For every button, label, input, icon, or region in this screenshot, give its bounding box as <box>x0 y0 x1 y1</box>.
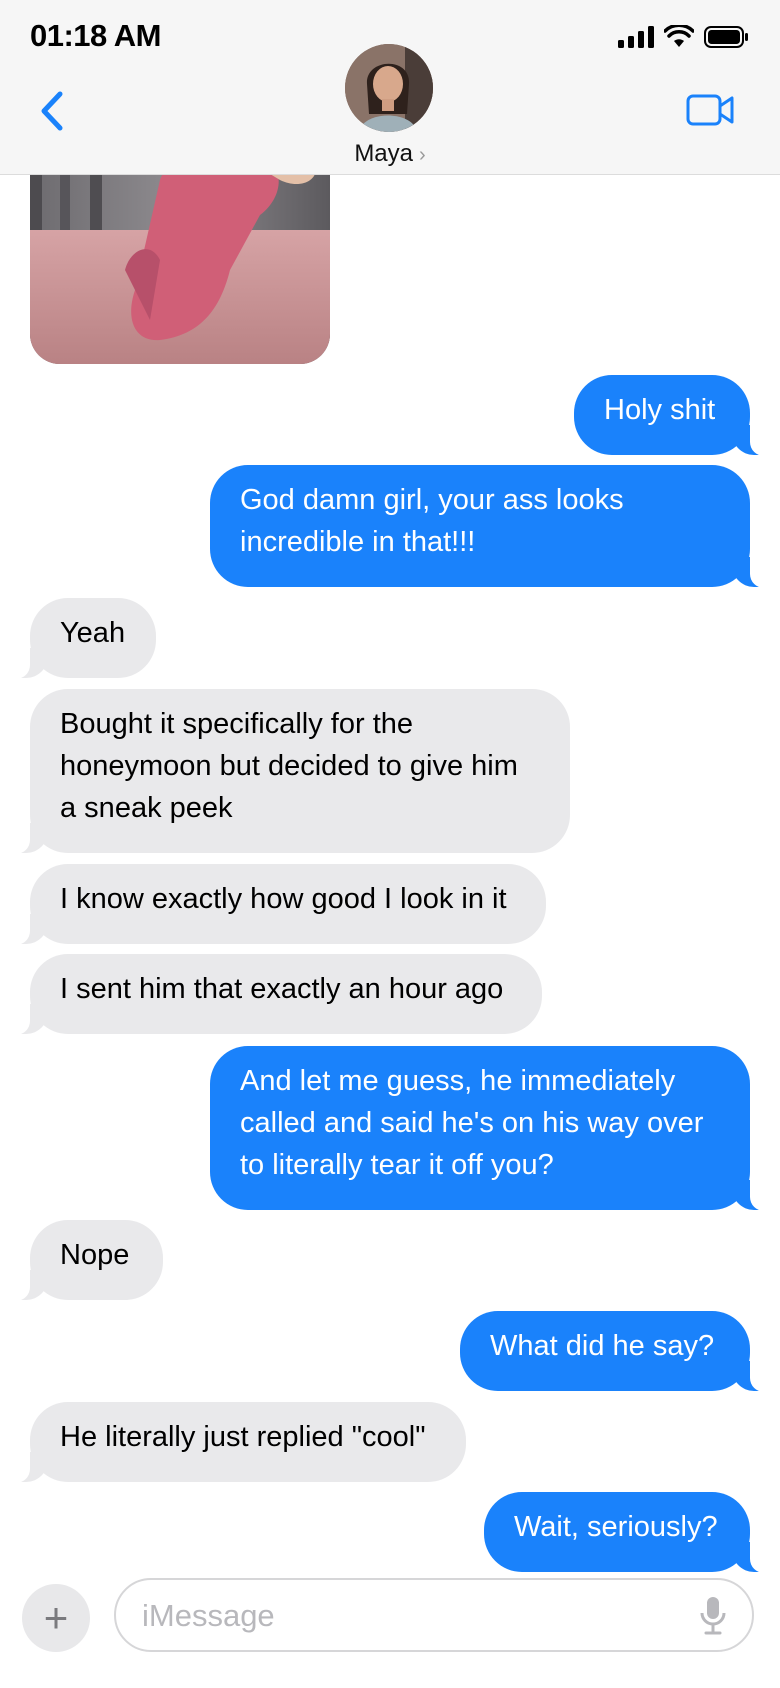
microphone-icon[interactable] <box>700 1596 726 1636</box>
message-outgoing[interactable]: Wait, seriously? <box>484 1492 776 1573</box>
chevron-right-icon: › <box>419 144 426 166</box>
conversation-header: 01:18 AM Maya › <box>0 0 780 175</box>
battery-icon <box>704 26 748 48</box>
contact-name-row[interactable]: Maya › <box>0 140 780 168</box>
status-time: 01:18 AM <box>30 18 161 53</box>
message-outgoing[interactable]: What did he say? <box>460 1311 776 1392</box>
plus-icon: + <box>43 1594 69 1641</box>
contact-avatar[interactable] <box>345 44 433 132</box>
plus-button[interactable]: + <box>22 1584 90 1652</box>
avatar-image <box>345 44 433 132</box>
cellular-signal-icon <box>618 26 654 48</box>
message-incoming[interactable]: He literally just replied "cool" <box>4 1402 466 1483</box>
message-incoming[interactable]: Nope <box>4 1220 163 1301</box>
message-input-container[interactable] <box>114 1578 754 1652</box>
message-incoming[interactable]: Yeah <box>4 598 156 679</box>
message-incoming[interactable]: Bought it specifically for the honeymoon… <box>4 689 570 854</box>
status-icons <box>618 22 750 52</box>
message-incoming[interactable]: I know exactly how good I look in it <box>4 864 546 945</box>
wifi-icon <box>664 25 694 47</box>
message-input[interactable] <box>140 1592 664 1640</box>
message-outgoing[interactable]: God damn girl, your ass looks incredible… <box>210 465 776 588</box>
contact-name: Maya <box>354 140 413 167</box>
message-outgoing[interactable]: Holy shit <box>574 375 776 456</box>
video-call-icon[interactable] <box>686 92 734 128</box>
message-incoming[interactable]: I sent him that exactly an hour ago <box>4 954 542 1035</box>
message-outgoing[interactable]: And let me guess, he immediately called … <box>210 1046 776 1211</box>
back-chevron-icon[interactable] <box>36 88 72 134</box>
